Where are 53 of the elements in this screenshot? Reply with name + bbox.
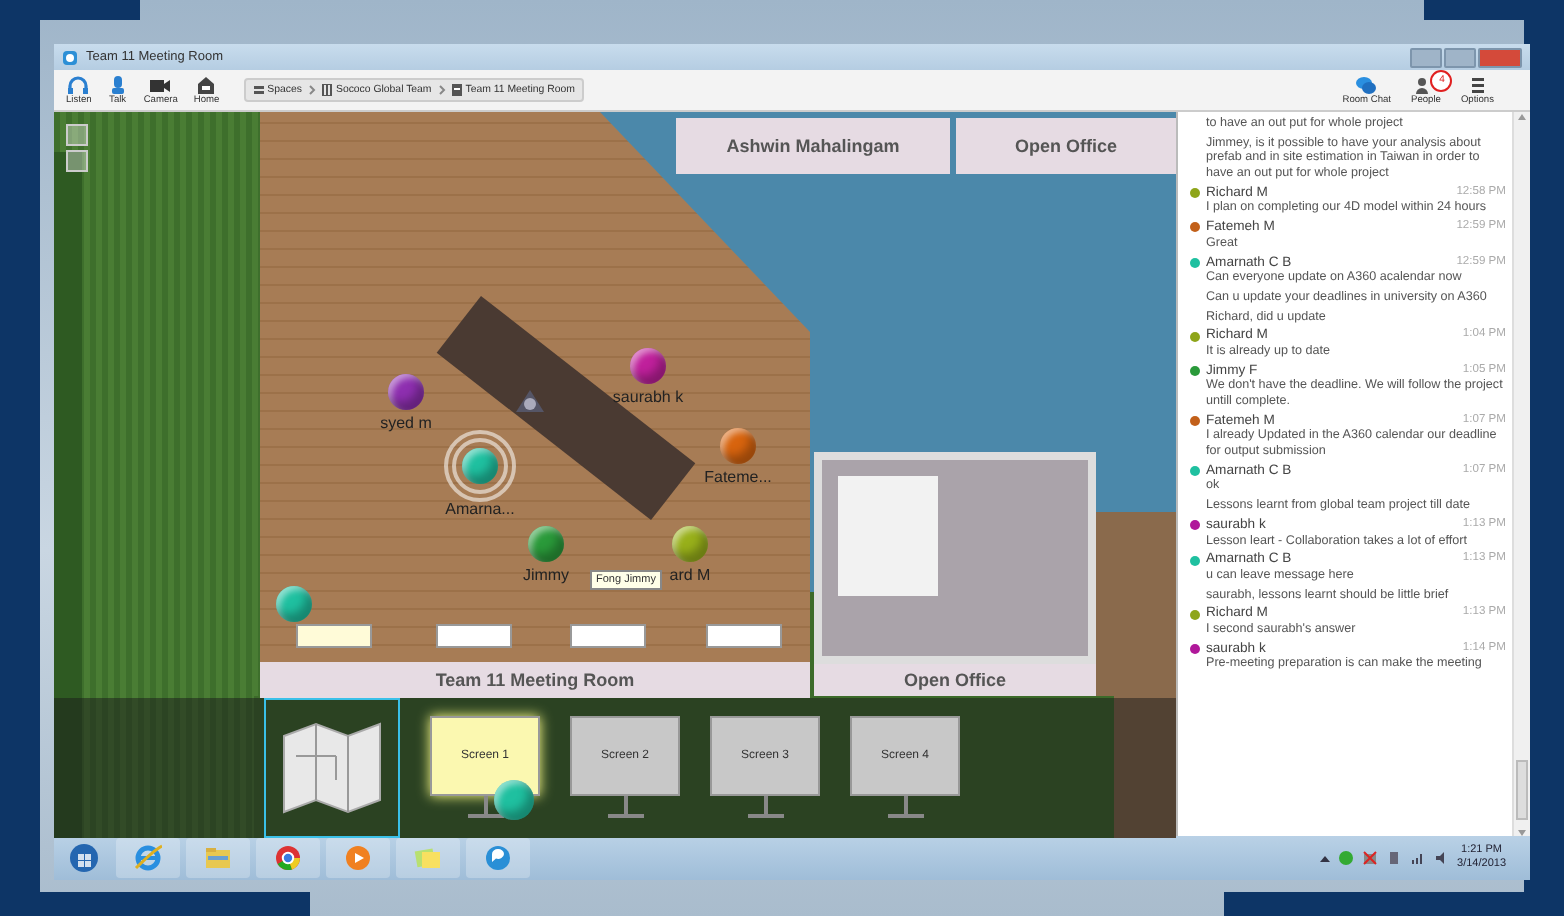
microphone-icon — [107, 75, 128, 93]
scrollbar[interactable] — [1512, 112, 1530, 838]
camera-icon — [150, 75, 171, 93]
desk — [570, 624, 646, 648]
door-icon — [451, 84, 462, 96]
room-label: Team 11 Meeting Room — [260, 662, 810, 698]
taskbar-app-button[interactable] — [116, 838, 180, 878]
chevron-icon — [307, 84, 316, 96]
taskbar-app-button[interactable] — [466, 838, 530, 878]
room-floor — [838, 476, 938, 596]
avatar-name: syed m — [380, 414, 432, 432]
taskbar-app-button[interactable] — [256, 838, 320, 878]
desk — [296, 624, 372, 648]
browser-icon — [134, 844, 162, 872]
avatar-name: ard M — [669, 566, 711, 584]
taskbar-app-button[interactable] — [326, 838, 390, 878]
room-label: Ashwin Mahalingam — [676, 118, 950, 174]
speakerphone-icon — [514, 388, 546, 416]
start-orb-icon — [70, 844, 98, 872]
minimize-button[interactable] — [1410, 47, 1442, 67]
chat-app-icon — [484, 844, 512, 872]
taskbar-app-button[interactable] — [186, 838, 250, 878]
headphones-icon — [68, 75, 89, 93]
avatar-name: saurabh k — [612, 388, 684, 406]
maximize-button[interactable] — [1444, 47, 1476, 67]
chrome-icon — [274, 844, 302, 872]
tray-expand-icon — [1319, 853, 1330, 863]
play-icon — [344, 844, 372, 872]
room-label: Open Office — [814, 664, 1096, 696]
shield-icon — [1337, 850, 1354, 866]
speaker-icon — [1433, 850, 1450, 866]
menu-icon — [1467, 75, 1488, 93]
floor-plan-thumbnail[interactable] — [264, 698, 400, 838]
signal-icon — [1409, 850, 1426, 866]
desk — [706, 624, 782, 648]
chevron-icon — [437, 84, 446, 96]
building-icon — [321, 84, 332, 96]
home-icon — [196, 75, 217, 93]
avatar-name: Jimmy — [522, 566, 570, 584]
chat-bubbles-icon — [1356, 75, 1377, 93]
stack-icon — [253, 84, 264, 96]
scrollbar-thumb[interactable] — [1516, 760, 1528, 820]
folder-icon — [204, 844, 232, 872]
sticky-notes-icon — [414, 844, 442, 872]
room-label: Open Office — [956, 118, 1176, 174]
map-control[interactable] — [66, 150, 88, 172]
avatar-name: Fateme... — [704, 468, 772, 486]
close-button[interactable] — [1478, 47, 1522, 67]
map-control[interactable] — [66, 124, 88, 146]
app-logo-icon — [62, 49, 78, 65]
network-error-icon — [1361, 850, 1378, 866]
avatar-name: Amarna... — [445, 500, 515, 518]
desk — [436, 624, 512, 648]
